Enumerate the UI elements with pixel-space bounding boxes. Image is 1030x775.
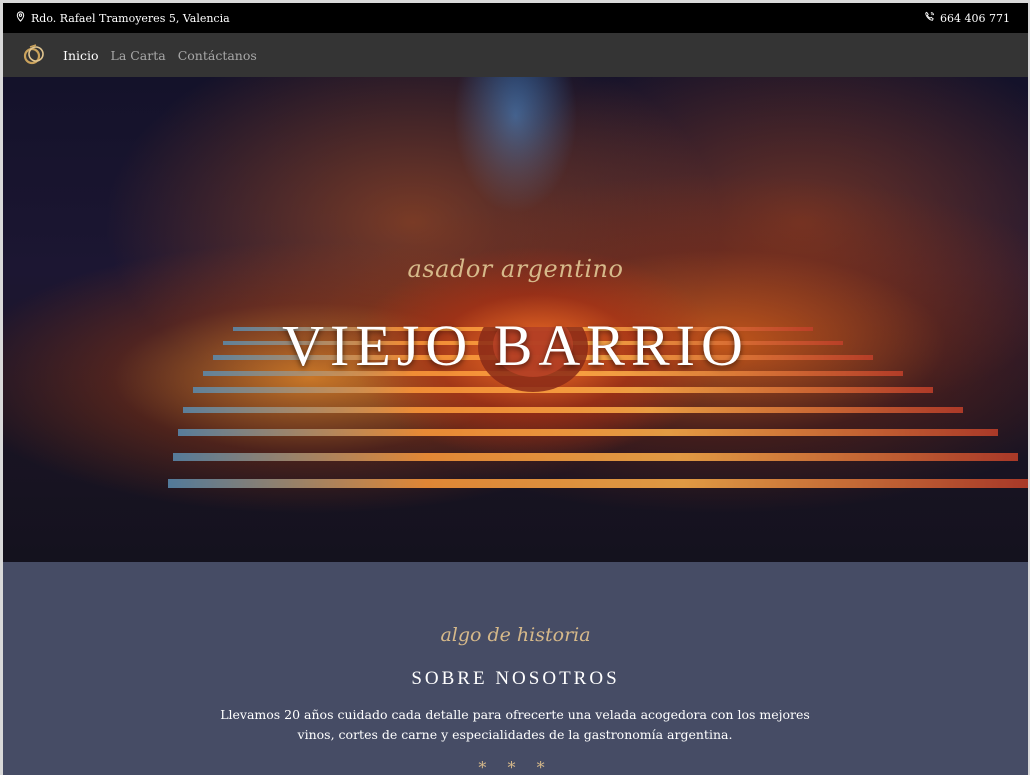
hero-subtitle: asador argentino (407, 255, 624, 283)
about-section: algo de historia SOBRE NOSOTROS Llevamos… (3, 562, 1028, 775)
nav-item-inicio[interactable]: Inicio (63, 48, 99, 63)
about-subtitle: algo de historia (440, 624, 591, 646)
hero-banner: asador argentino VIEJO BARRIO (3, 77, 1028, 562)
nav-item-contactanos[interactable]: Contáctanos (178, 48, 257, 63)
phone-info[interactable]: 664 406 771 (924, 11, 1010, 25)
nav-item-la-carta[interactable]: La Carta (111, 48, 166, 63)
hero-title: VIEJO BARRIO (282, 313, 749, 378)
map-pin-icon (15, 11, 26, 25)
phone-text[interactable]: 664 406 771 (940, 12, 1010, 25)
address-info: Rdo. Rafael Tramoyeres 5, Valencia (15, 11, 230, 25)
page: Rdo. Rafael Tramoyeres 5, Valencia 664 4… (3, 3, 1028, 775)
section-divider: * * * (478, 758, 553, 775)
top-info-bar: Rdo. Rafael Tramoyeres 5, Valencia 664 4… (3, 3, 1028, 33)
restaurant-logo[interactable] (21, 42, 47, 68)
about-text: Llevamos 20 años cuidado cada detalle pa… (220, 707, 810, 742)
phone-icon (924, 11, 935, 25)
about-title: SOBRE NOSOTROS (411, 668, 620, 689)
address-text: Rdo. Rafael Tramoyeres 5, Valencia (31, 11, 230, 25)
main-nav: Inicio La Carta Contáctanos (3, 33, 1028, 77)
